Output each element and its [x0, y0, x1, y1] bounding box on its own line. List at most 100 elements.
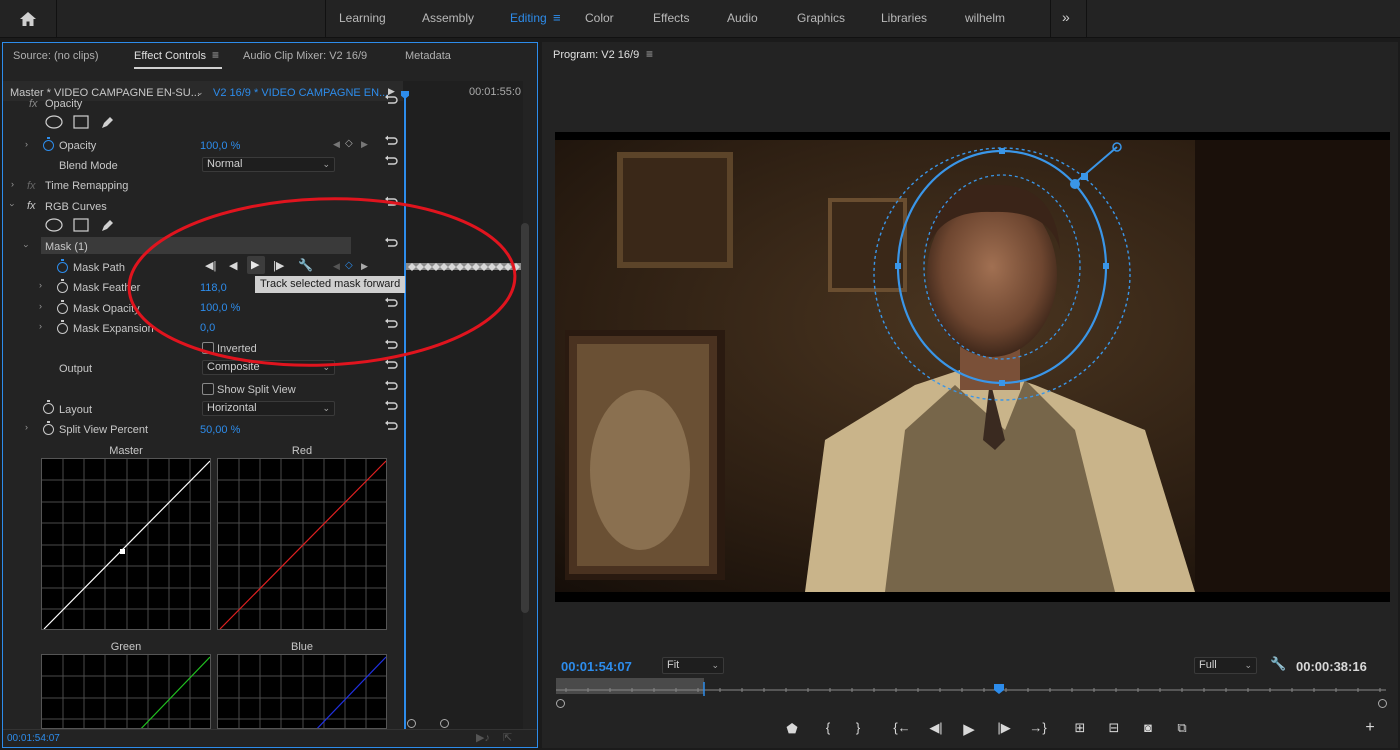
reset-icon[interactable] [384, 196, 398, 208]
export-icon[interactable]: ⇱ [503, 731, 512, 744]
stopwatch-icon[interactable] [57, 300, 68, 314]
step-forward-icon[interactable]: |▶ [994, 720, 1014, 736]
footer-timecode[interactable]: 00:01:54:07 [7, 733, 60, 744]
prev-keyframe-icon[interactable]: ◀ [333, 139, 340, 150]
tab-editing[interactable]: Editing [510, 11, 547, 25]
expand-chevron-icon[interactable]: › [25, 139, 28, 149]
next-keyframe-icon[interactable]: ▶ [361, 261, 368, 272]
expand-chevron-icon[interactable]: › [11, 179, 14, 189]
stopwatch-icon[interactable] [57, 259, 68, 273]
master-curve-graph[interactable] [41, 458, 211, 630]
prev-keyframe-icon[interactable]: ◀ [333, 261, 340, 272]
stopwatch-icon[interactable] [43, 400, 54, 414]
show-split-view-checkbox[interactable] [202, 383, 214, 395]
step-forward-icon[interactable]: |▶ [273, 259, 284, 272]
reset-icon[interactable] [384, 135, 398, 147]
blue-curve-graph[interactable] [217, 654, 387, 729]
comparison-view-icon[interactable]: ⧉ [1172, 720, 1192, 736]
button-editor-plus-icon[interactable]: + [1360, 719, 1380, 737]
reset-icon[interactable] [384, 94, 398, 106]
collapse-chevron-icon[interactable]: › [22, 245, 32, 248]
expand-chevron-icon[interactable]: › [39, 301, 42, 311]
mask-overlay[interactable] [862, 137, 1142, 427]
rectangle-mask-icon[interactable] [73, 115, 89, 129]
expand-chevron-icon[interactable]: › [39, 321, 42, 331]
more-workspaces-icon[interactable]: » [1062, 9, 1070, 25]
ellipse-mask-icon[interactable] [45, 218, 63, 232]
tab-effect-controls[interactable]: Effect Controls [134, 50, 206, 62]
reset-icon[interactable] [384, 400, 398, 412]
tab-libraries[interactable]: Libraries [881, 11, 927, 25]
keyframe-track[interactable] [406, 261, 523, 273]
insert-icon[interactable]: ⊞ [1070, 720, 1090, 736]
green-curve-graph[interactable] [41, 654, 211, 729]
tab-source[interactable]: Source: (no clips) [13, 50, 99, 62]
master-clip-label[interactable]: Master * VIDEO CAMPAGNE EN-SU... [10, 87, 200, 99]
mask-label[interactable]: Mask (1) [45, 241, 88, 253]
reset-icon[interactable] [384, 420, 398, 432]
panel-menu-icon[interactable]: ≡ [212, 48, 219, 62]
expand-chevron-icon[interactable]: › [39, 280, 42, 290]
scrollbar-thumb[interactable] [521, 223, 529, 613]
zoom-handle-left[interactable] [407, 719, 416, 728]
track-backward-icon[interactable]: ◀| [205, 259, 216, 272]
reset-icon[interactable] [384, 339, 398, 351]
mask-opacity-value[interactable]: 100,0 % [200, 302, 240, 314]
zoom-handle-left[interactable] [556, 699, 565, 708]
workspace-menu-icon[interactable]: ≡ [553, 10, 561, 25]
tab-wilhelm[interactable]: wilhelm [965, 11, 1005, 25]
stopwatch-icon[interactable] [43, 421, 54, 435]
blend-mode-dropdown[interactable]: Normal ⌄ [202, 157, 335, 172]
stopwatch-icon[interactable] [57, 279, 68, 293]
tab-learning[interactable]: Learning [339, 11, 386, 25]
add-marker-icon[interactable]: ⬟ [782, 721, 802, 737]
stopwatch-icon[interactable] [57, 320, 68, 334]
home-button[interactable] [0, 0, 56, 38]
tab-color[interactable]: Color [585, 11, 614, 25]
playback-resolution-dropdown[interactable]: Full ⌄ [1194, 657, 1257, 674]
program-monitor-title[interactable]: Program: V2 16/9 [553, 49, 639, 61]
reset-icon[interactable] [384, 297, 398, 309]
export-frame-camera-icon[interactable]: ◙ [1138, 720, 1158, 735]
play-icon[interactable]: ▶ [959, 720, 979, 738]
tab-audio-clip-mixer[interactable]: Audio Clip Mixer: V2 16/9 [243, 50, 367, 62]
track-forward-button[interactable]: ▶ [247, 256, 265, 274]
fx-icon[interactable]: fx [27, 200, 36, 212]
chevron-down-icon[interactable]: ⌄ [196, 87, 204, 98]
wrench-icon[interactable]: 🔧 [298, 258, 313, 272]
reset-icon[interactable] [384, 155, 398, 167]
tab-effects[interactable]: Effects [653, 11, 689, 25]
settings-wrench-icon[interactable]: 🔧 [1270, 656, 1286, 672]
step-back-icon[interactable]: ◀| [926, 720, 946, 736]
reset-icon[interactable] [384, 237, 398, 249]
pen-tool-icon[interactable] [99, 217, 115, 233]
panel-menu-icon[interactable]: ≡ [646, 47, 653, 61]
layout-dropdown[interactable]: Horizontal ⌄ [202, 401, 335, 416]
keyframe-diamond-icon[interactable]: ◇ [345, 260, 353, 271]
tab-audio[interactable]: Audio [727, 11, 758, 25]
overwrite-icon[interactable]: ⊟ [1104, 720, 1124, 736]
time-ruler[interactable] [556, 682, 1386, 702]
inverted-checkbox[interactable] [202, 342, 214, 354]
expand-chevron-icon[interactable]: › [25, 422, 28, 432]
zoom-fit-dropdown[interactable]: Fit ⌄ [662, 657, 724, 674]
sequence-clip-label[interactable]: V2 16/9 * VIDEO CAMPAGNE EN... [213, 87, 388, 99]
output-dropdown[interactable]: Composite ⌄ [202, 360, 335, 375]
red-curve-graph[interactable] [217, 458, 387, 630]
pen-tool-icon[interactable] [99, 114, 115, 130]
tab-metadata[interactable]: Metadata [405, 50, 451, 62]
tab-graphics[interactable]: Graphics [797, 11, 845, 25]
ellipse-mask-icon[interactable] [45, 115, 63, 129]
playhead-line[interactable] [404, 91, 406, 731]
mark-out-icon[interactable]: } [848, 720, 868, 735]
mask-expansion-value[interactable]: 0,0 [200, 322, 215, 334]
add-keyframe-icon[interactable]: ◇ [345, 138, 353, 149]
split-view-percent-value[interactable]: 50,00 % [200, 424, 240, 436]
zoom-handle-right[interactable] [440, 719, 449, 728]
mark-in-icon[interactable]: { [818, 720, 838, 735]
reset-icon[interactable] [384, 318, 398, 330]
step-backward-icon[interactable]: ◀ [229, 259, 237, 272]
reset-icon[interactable] [384, 359, 398, 371]
mini-timeline[interactable] [403, 81, 523, 747]
reset-icon[interactable] [384, 380, 398, 392]
